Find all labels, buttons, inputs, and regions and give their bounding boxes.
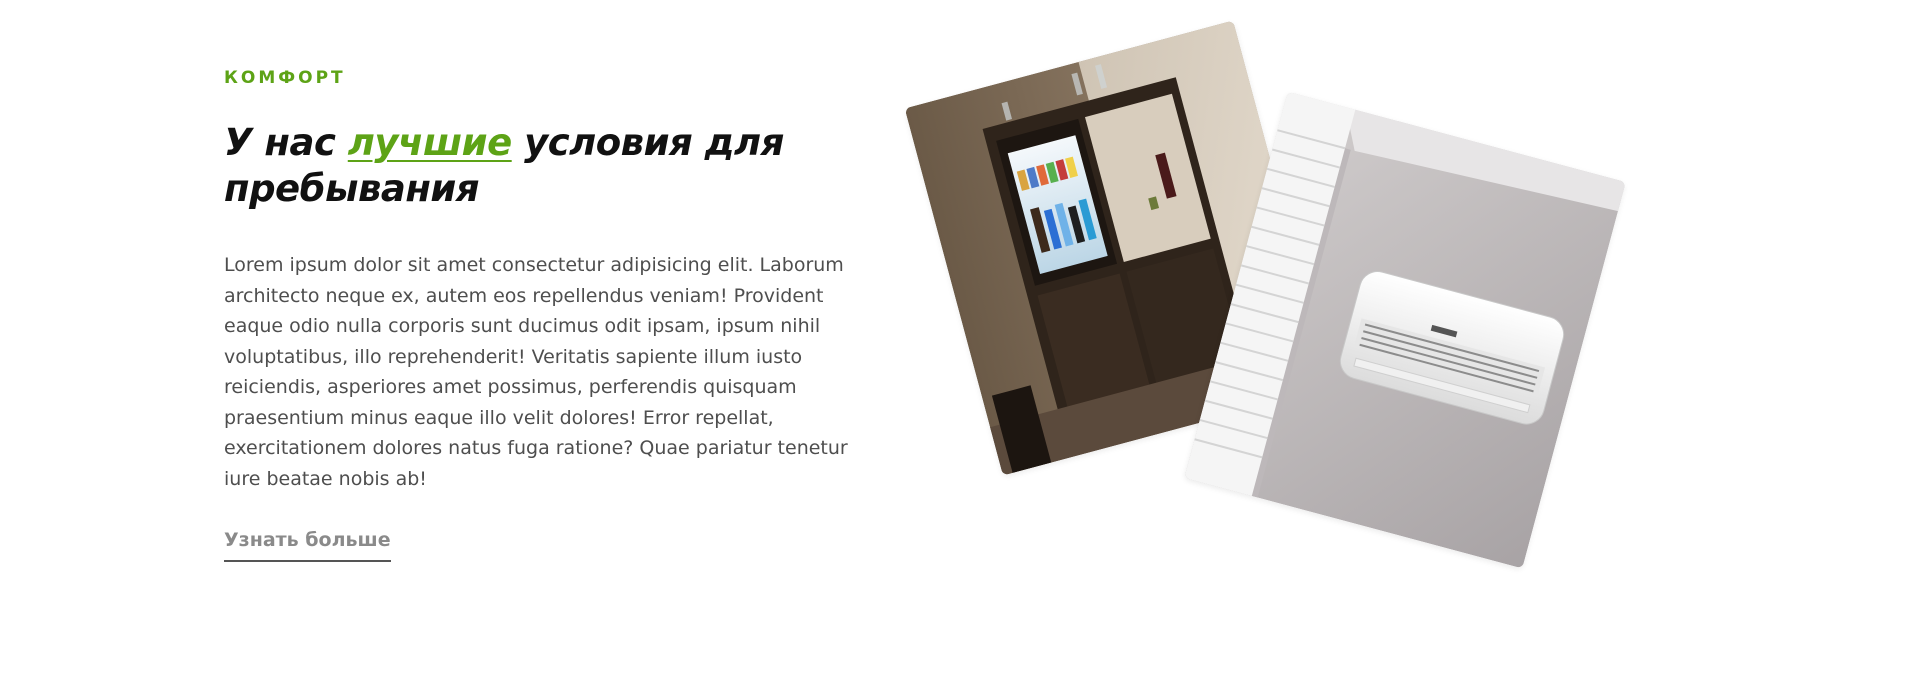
comfort-text-column: КОМФОРТ У нас лучшие условия для пребыва… [224,66,854,562]
section-body-text: Lorem ipsum dolor sit amet consectetur a… [224,254,848,490]
section-heading: У нас лучшие условия для пребывания [224,120,854,212]
section-eyebrow: КОМФОРТ [224,68,346,88]
comfort-section: КОМФОРТ У нас лучшие условия для пребыва… [0,0,1905,695]
learn-more-link[interactable]: Узнать больше [224,529,391,562]
heading-accent-word: лучшие [347,121,512,164]
heading-text-before: У нас [224,121,348,164]
